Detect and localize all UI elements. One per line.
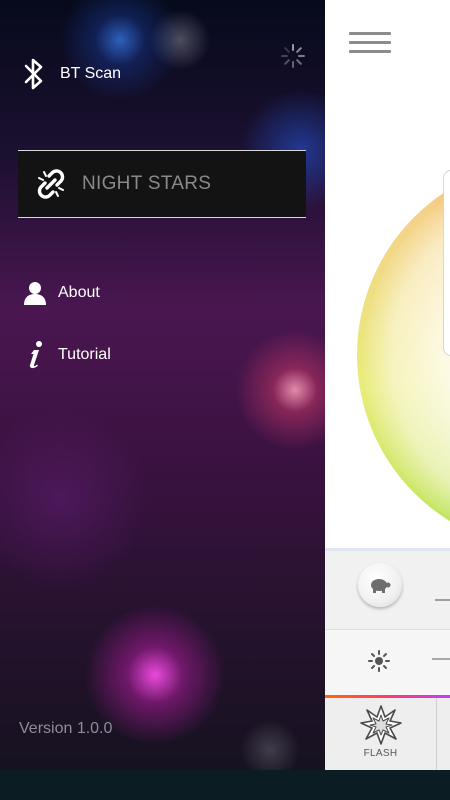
hamburger-menu-icon[interactable] xyxy=(349,32,391,58)
bt-scan-label: BT Scan xyxy=(60,65,122,82)
speed-slider-track[interactable] xyxy=(435,599,450,601)
bluetooth-icon xyxy=(24,58,43,90)
brightness-control-row xyxy=(325,629,450,695)
menu-item-tutorial[interactable]: Tutorial xyxy=(22,338,111,372)
loading-spinner-icon xyxy=(281,44,305,68)
tab-flash[interactable]: FLASH xyxy=(325,698,437,770)
turtle-icon xyxy=(371,579,391,593)
slow-speed-button[interactable] xyxy=(358,563,402,607)
device-name: NIGHT STARS xyxy=(82,173,212,194)
brightness-icon xyxy=(368,650,390,672)
main-top-area xyxy=(325,0,450,550)
version-text: Version 1.0.0 xyxy=(19,720,113,737)
system-navigation-bar xyxy=(0,770,450,800)
color-preview-panel xyxy=(443,170,450,356)
broken-link-icon xyxy=(37,169,65,199)
navigation-drawer: BT Scan NIGHT STARS About Tutorial Versi… xyxy=(0,0,325,770)
bt-scan-item[interactable]: BT Scan xyxy=(22,56,121,92)
mode-tab-bar: FLASH xyxy=(325,698,450,770)
person-icon xyxy=(24,282,46,305)
connected-device-item[interactable]: NIGHT STARS xyxy=(18,150,306,218)
menu-item-label: About xyxy=(58,284,100,301)
menu-item-label: Tutorial xyxy=(58,346,111,363)
tab-flash-label: FLASH xyxy=(363,748,398,759)
brightness-slider-track[interactable] xyxy=(432,658,450,660)
speed-control-row xyxy=(325,551,450,629)
menu-item-about[interactable]: About xyxy=(22,276,100,310)
info-icon xyxy=(29,341,42,369)
main-content: FLASH xyxy=(325,0,450,770)
flash-burst-icon xyxy=(359,705,402,745)
